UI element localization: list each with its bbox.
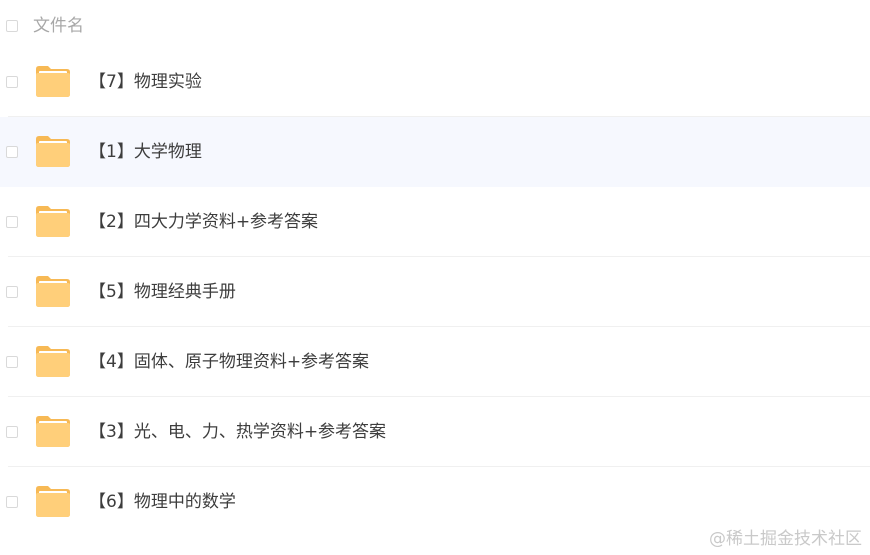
folder-icon — [36, 346, 70, 377]
file-list: 【7】物理实验 【1】大学物理 【2】四大力学资料+参考答案 【5】物理经典手册 — [0, 47, 870, 537]
row-checkbox[interactable] — [6, 426, 18, 438]
list-item[interactable]: 【5】物理经典手册 — [0, 257, 870, 327]
watermark-text: @稀土掘金技术社区 — [709, 529, 862, 549]
folder-name[interactable]: 【4】固体、原子物理资料+参考答案 — [89, 350, 369, 374]
row-checkbox[interactable] — [6, 496, 18, 508]
column-header-filename[interactable]: 文件名 — [33, 15, 84, 37]
row-checkbox[interactable] — [6, 76, 18, 88]
row-checkbox[interactable] — [6, 146, 18, 158]
list-item[interactable]: 【2】四大力学资料+参考答案 — [0, 187, 870, 257]
row-checkbox[interactable] — [6, 356, 18, 368]
folder-name[interactable]: 【7】物理实验 — [89, 70, 202, 94]
folder-name[interactable]: 【3】光、电、力、热学资料+参考答案 — [89, 420, 386, 444]
row-checkbox[interactable] — [6, 216, 18, 228]
list-item[interactable]: 【1】大学物理 — [0, 117, 870, 187]
folder-name[interactable]: 【6】物理中的数学 — [89, 490, 236, 514]
folder-name[interactable]: 【2】四大力学资料+参考答案 — [89, 210, 318, 234]
list-item[interactable]: 【4】固体、原子物理资料+参考答案 — [0, 327, 870, 397]
list-item[interactable]: 【7】物理实验 — [0, 47, 870, 117]
file-list-header: 文件名 — [0, 0, 870, 50]
folder-icon — [36, 66, 70, 97]
folder-icon — [36, 136, 70, 167]
list-item[interactable]: 【3】光、电、力、热学资料+参考答案 — [0, 397, 870, 467]
folder-name[interactable]: 【5】物理经典手册 — [89, 280, 236, 304]
folder-name[interactable]: 【1】大学物理 — [89, 140, 202, 164]
folder-icon — [36, 206, 70, 237]
row-checkbox[interactable] — [6, 286, 18, 298]
folder-icon — [36, 276, 70, 307]
select-all-checkbox[interactable] — [6, 20, 18, 32]
folder-icon — [36, 486, 70, 517]
folder-icon — [36, 416, 70, 447]
